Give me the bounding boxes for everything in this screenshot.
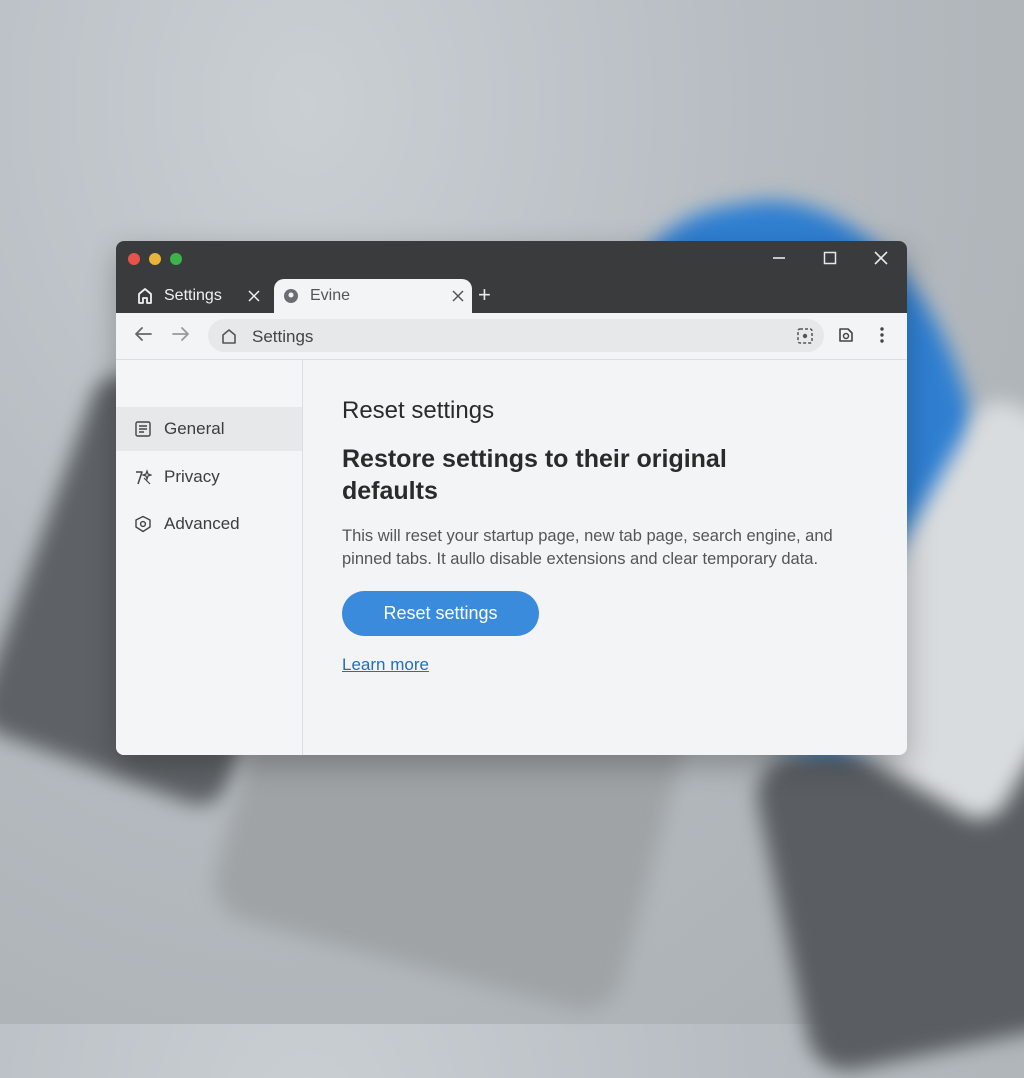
list-icon: [135, 421, 151, 437]
sidebar-item-label: General: [164, 419, 225, 438]
tab-title: Settings: [164, 287, 222, 304]
new-tab-button[interactable]: +: [478, 283, 491, 307]
address-text: Settings: [252, 327, 314, 346]
address-bar[interactable]: Settings: [208, 319, 824, 352]
maximize-window-dot[interactable]: [170, 253, 182, 265]
maximize-icon[interactable]: [817, 247, 843, 271]
settings-sidebar: General Privacy Advanced: [116, 360, 303, 755]
tab-close-icon[interactable]: [248, 287, 260, 305]
back-icon[interactable]: [132, 323, 158, 349]
sidebar-item-advanced[interactable]: Advanced: [116, 502, 302, 546]
menu-icon[interactable]: [872, 325, 892, 345]
tab-close-icon[interactable]: [452, 287, 464, 305]
sidebar-item-general[interactable]: General: [116, 407, 302, 451]
sidebar-item-privacy[interactable]: Privacy: [116, 455, 302, 499]
sidebar-item-label: Advanced: [164, 514, 240, 533]
profile-icon[interactable]: [836, 325, 856, 345]
privacy-icon: [136, 469, 152, 485]
tab-settings[interactable]: Settings: [128, 279, 268, 313]
tab-title: Evine: [310, 287, 351, 304]
toolbar: Settings: [116, 313, 907, 360]
extensions-icon[interactable]: [796, 327, 814, 345]
home-icon: [138, 288, 152, 304]
home-icon[interactable]: [220, 327, 238, 345]
shield-icon: [135, 515, 151, 533]
globe-icon: [284, 289, 298, 303]
close-icon[interactable]: [868, 247, 894, 271]
forward-icon[interactable]: [170, 323, 196, 349]
browser-window: Settings Evine + Settings General Privac…: [116, 241, 907, 755]
minimize-window-dot[interactable]: [149, 253, 161, 265]
tab-evine[interactable]: Evine: [274, 279, 472, 313]
page-title: Reset settings: [342, 397, 495, 424]
learn-more-link[interactable]: Learn more: [342, 655, 429, 675]
section-heading: Restore settings to their original defau…: [342, 445, 727, 505]
reset-settings-button[interactable]: Reset settings: [342, 591, 539, 636]
minimize-icon[interactable]: [766, 247, 792, 271]
reset-description: This will reset your startup page, new t…: [342, 527, 833, 568]
close-window-dot[interactable]: [128, 253, 140, 265]
title-bar: Settings Evine +: [116, 241, 907, 313]
sidebar-item-label: Privacy: [164, 467, 220, 486]
